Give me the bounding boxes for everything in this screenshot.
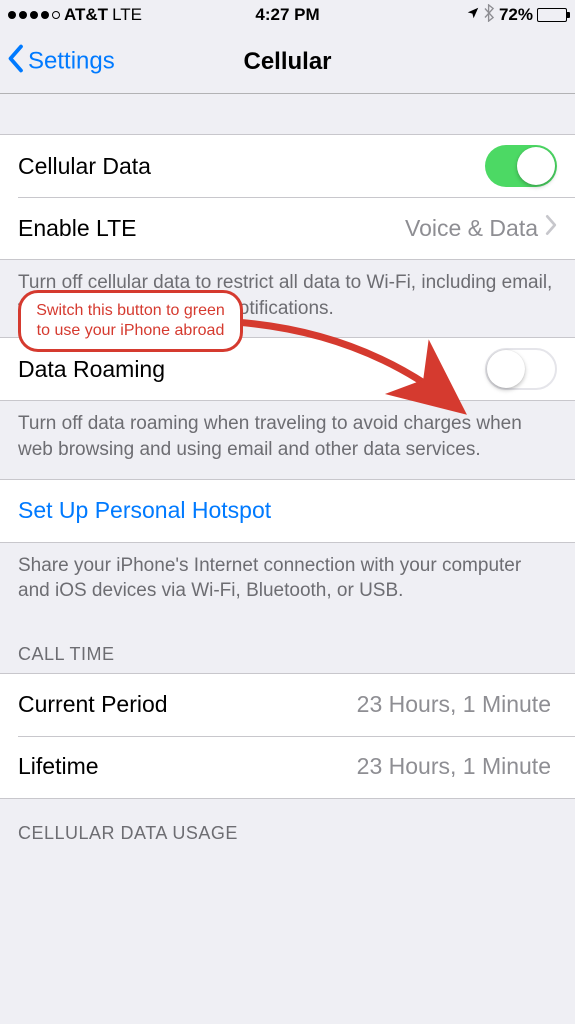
back-button[interactable]: Settings — [6, 43, 115, 80]
call-time-group: Current Period 23 Hours, 1 Minute Lifeti… — [0, 673, 575, 799]
hotspot-footer: Share your iPhone's Internet connection … — [0, 543, 575, 620]
personal-hotspot-label: Set Up Personal Hotspot — [18, 497, 557, 524]
battery-indicator: 72% — [499, 5, 567, 25]
status-left: AT&T LTE — [8, 5, 142, 25]
data-roaming-label: Data Roaming — [18, 356, 485, 383]
current-period-label: Current Period — [18, 691, 357, 718]
data-roaming-footer: Turn off data roaming when traveling to … — [0, 401, 575, 478]
battery-percent: 72% — [499, 5, 533, 25]
status-bar: AT&T LTE 4:27 PM 72% — [0, 0, 575, 30]
personal-hotspot-row[interactable]: Set Up Personal Hotspot — [0, 480, 575, 542]
back-label: Settings — [28, 48, 115, 76]
lifetime-value: 23 Hours, 1 Minute — [357, 753, 551, 780]
annotation-callout: Switch this button to green to use your … — [18, 290, 243, 352]
lifetime-label: Lifetime — [18, 753, 357, 780]
hotspot-group: Set Up Personal Hotspot — [0, 479, 575, 543]
signal-strength-icon — [8, 11, 60, 19]
carrier-label: AT&T — [64, 5, 108, 25]
status-time: 4:27 PM — [255, 5, 319, 25]
page-title: Cellular — [243, 48, 331, 76]
data-roaming-toggle[interactable] — [485, 348, 557, 390]
battery-icon — [537, 8, 567, 22]
status-right: 72% — [466, 4, 567, 27]
enable-lte-label: Enable LTE — [18, 215, 405, 242]
cellular-data-usage-header: CELLULAR DATA USAGE — [0, 799, 575, 852]
enable-lte-value: Voice & Data — [405, 215, 538, 242]
cellular-data-row: Cellular Data — [0, 135, 575, 197]
enable-lte-row[interactable]: Enable LTE Voice & Data — [0, 197, 575, 259]
chevron-right-icon — [544, 214, 557, 242]
current-period-value: 23 Hours, 1 Minute — [357, 691, 551, 718]
chevron-left-icon — [6, 43, 24, 80]
nav-bar: Settings Cellular — [0, 30, 575, 94]
cellular-data-label: Cellular Data — [18, 153, 485, 180]
network-label: LTE — [112, 5, 142, 25]
location-icon — [466, 5, 480, 25]
call-time-header: CALL TIME — [0, 620, 575, 673]
cellular-data-toggle[interactable] — [485, 145, 557, 187]
lifetime-row: Lifetime 23 Hours, 1 Minute — [0, 736, 575, 798]
cellular-data-group: Cellular Data Enable LTE Voice & Data — [0, 134, 575, 260]
current-period-row: Current Period 23 Hours, 1 Minute — [0, 674, 575, 736]
bluetooth-icon — [484, 4, 495, 27]
